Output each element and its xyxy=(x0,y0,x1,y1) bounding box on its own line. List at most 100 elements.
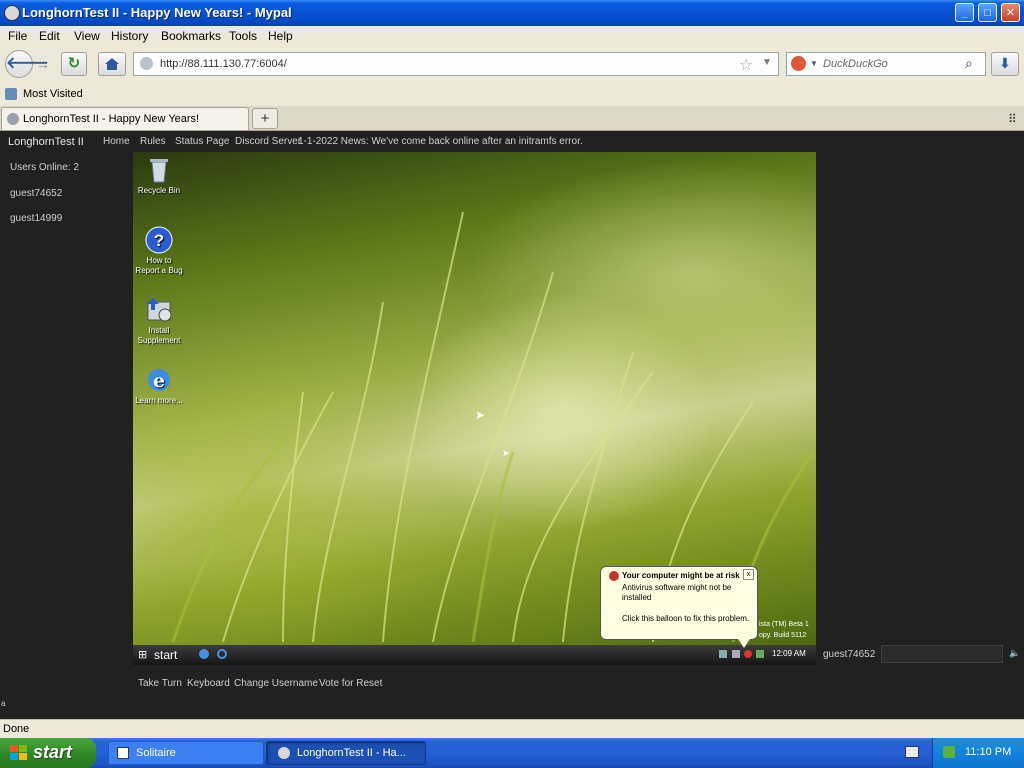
windows-logo-icon xyxy=(10,745,27,760)
status-text: Done xyxy=(3,723,30,735)
bookmarks-toolbar: Most Visited xyxy=(0,84,1024,106)
tab-favicon-icon xyxy=(7,113,19,125)
tab-groups-icon[interactable]: ⠿ xyxy=(1008,112,1017,126)
mypal-icon xyxy=(278,747,290,759)
url-dropdown-icon[interactable]: ▼ xyxy=(762,57,772,68)
quicklaunch-refresh-icon[interactable] xyxy=(217,649,227,659)
tray-security-alert-icon[interactable] xyxy=(744,650,752,658)
vm-clock: 12:09 AM xyxy=(772,649,806,658)
maximize-button[interactable]: □ xyxy=(978,3,997,22)
help-question-icon: ? xyxy=(145,226,173,254)
keyboard-button[interactable]: Keyboard xyxy=(187,678,230,689)
url-bar[interactable]: http://88.111.130.77:6004/ ☆ ▼ xyxy=(133,52,779,76)
forward-button[interactable]: → xyxy=(36,56,52,72)
menu-file[interactable]: File xyxy=(8,29,27,43)
vm-start-label: start xyxy=(154,648,178,662)
chat-input[interactable] xyxy=(881,645,1003,663)
user-list-item[interactable]: guest14999 xyxy=(10,213,62,224)
solitaire-icon xyxy=(117,747,129,759)
search-box[interactable]: ▼ DuckDuckGo ⌕ xyxy=(786,52,986,76)
mouse-cursor-icon: ➤ xyxy=(475,408,486,422)
download-arrow-icon: ⬇ xyxy=(999,55,1011,71)
build-watermark: ista (TM) Beta 1 xyxy=(759,621,809,628)
system-clock[interactable]: 11:10 PM xyxy=(965,746,1011,758)
balloon-text: Click this balloon to fix this problem. xyxy=(622,614,750,623)
downloads-button[interactable]: ⬇ xyxy=(991,52,1019,76)
nav-rules-link[interactable]: Rules xyxy=(140,136,166,147)
bookmark-star-icon[interactable]: ☆ xyxy=(739,55,753,75)
volume-icon[interactable]: 🔈 xyxy=(1009,648,1020,659)
desktop-icon-label: How to Report a Bug xyxy=(135,256,183,275)
balloon-text: Antivirus software might not be xyxy=(622,583,732,592)
nav-home-link[interactable]: Home xyxy=(103,136,130,147)
search-icon[interactable]: ⌕ xyxy=(965,55,973,72)
mypal-app-icon xyxy=(4,5,20,21)
security-balloon[interactable]: Your computer might be at risk Antivirus… xyxy=(600,566,758,640)
desktop-icon-label: Learn more... xyxy=(135,396,183,405)
desktop-icon-recycle-bin[interactable]: Recycle Bin xyxy=(134,156,184,196)
user-list-item[interactable]: guest74652 xyxy=(10,188,62,199)
home-icon xyxy=(105,58,119,70)
shield-alert-icon xyxy=(609,571,619,581)
take-turn-button[interactable]: Take Turn xyxy=(138,678,182,689)
new-tab-button[interactable]: + xyxy=(252,108,278,129)
balloon-title: Your computer might be at risk xyxy=(622,571,740,580)
reload-button[interactable]: ↻ xyxy=(61,52,87,76)
duckduckgo-engine-icon[interactable] xyxy=(791,56,806,71)
search-input[interactable]: DuckDuckGo xyxy=(823,58,888,70)
menu-help[interactable]: Help xyxy=(268,29,293,43)
vote-for-reset-button[interactable]: Vote for Reset xyxy=(319,678,382,689)
site-brand[interactable]: LonghornTest II xyxy=(8,136,84,148)
menu-bar: File Edit View History Bookmarks Tools H… xyxy=(0,26,1024,46)
vm-start-button[interactable]: ⊞ start xyxy=(133,645,191,665)
tray-update-icon[interactable] xyxy=(756,650,764,658)
status-bar: Done xyxy=(0,719,1024,739)
engine-dropdown-icon[interactable]: ▼ xyxy=(810,59,818,68)
news-banner: 1-1-2022 News: We've come back online af… xyxy=(298,136,583,147)
keyboard-layout-icon[interactable] xyxy=(905,746,919,758)
close-button[interactable]: ✕ xyxy=(1001,3,1020,22)
tray-network-icon[interactable] xyxy=(719,650,727,658)
users-online-count: Users Online: 2 xyxy=(10,162,79,173)
menu-tools[interactable]: Tools xyxy=(229,29,257,43)
most-visited-icon xyxy=(5,88,17,100)
minimize-button[interactable]: _ xyxy=(955,3,974,22)
vm-taskbar: ⊞ start 12:09 AM xyxy=(133,645,816,665)
tray-display-icon[interactable] xyxy=(732,650,740,658)
system-tray: 11:10 PM xyxy=(932,738,1024,768)
desktop-icon-install-supplement[interactable]: Install Supplement xyxy=(134,296,184,346)
start-button[interactable]: start xyxy=(0,738,96,768)
window-title-bar[interactable]: LonghornTest II - Happy New Years! - Myp… xyxy=(0,0,1024,26)
chat-username: guest74652 xyxy=(823,649,876,660)
network-tray-icon[interactable] xyxy=(943,746,955,758)
back-button[interactable]: 🡐 xyxy=(5,50,49,78)
balloon-text: installed xyxy=(622,593,652,602)
change-username-button[interactable]: Change Username xyxy=(234,678,318,689)
taskbar-button-mypal[interactable]: LonghornTest II - Ha... xyxy=(266,741,426,765)
menu-edit[interactable]: Edit xyxy=(39,29,60,43)
quicklaunch-ie-icon[interactable] xyxy=(199,649,209,659)
desktop-icon-report-bug[interactable]: ? How to Report a Bug xyxy=(134,226,184,276)
forward-arrow-icon: → xyxy=(36,56,50,72)
internet-explorer-icon: e xyxy=(145,366,173,394)
url-text[interactable]: http://88.111.130.77:6004/ xyxy=(160,58,287,70)
nav-status-page-link[interactable]: Status Page xyxy=(175,136,229,147)
nav-discord-server-link[interactable]: Discord Server xyxy=(235,136,301,147)
tab-longhorntest[interactable]: LonghornTest II - Happy New Years! xyxy=(1,107,249,130)
sidebar-footer-text: a xyxy=(1,699,6,708)
home-button[interactable] xyxy=(98,52,126,76)
site-identity-icon[interactable] xyxy=(140,57,153,70)
balloon-close-button[interactable]: x xyxy=(743,569,754,580)
menu-view[interactable]: View xyxy=(74,29,100,43)
installer-icon xyxy=(145,296,173,324)
desktop-icon-internet-explorer[interactable]: e Learn more... xyxy=(134,366,184,406)
build-watermark: opy. Build 5112 xyxy=(759,632,807,639)
most-visited-bookmark[interactable]: Most Visited xyxy=(23,88,83,100)
menu-history[interactable]: History xyxy=(111,29,148,43)
menu-bookmarks[interactable]: Bookmarks xyxy=(161,29,221,43)
desktop-icon-label: Recycle Bin xyxy=(137,186,181,195)
taskbar-button-label: Solitaire xyxy=(136,747,176,759)
window-title: LonghornTest II - Happy New Years! - Myp… xyxy=(22,5,292,20)
mouse-cursor-icon: ➤ xyxy=(502,448,510,458)
taskbar-button-solitaire[interactable]: Solitaire xyxy=(108,741,264,765)
